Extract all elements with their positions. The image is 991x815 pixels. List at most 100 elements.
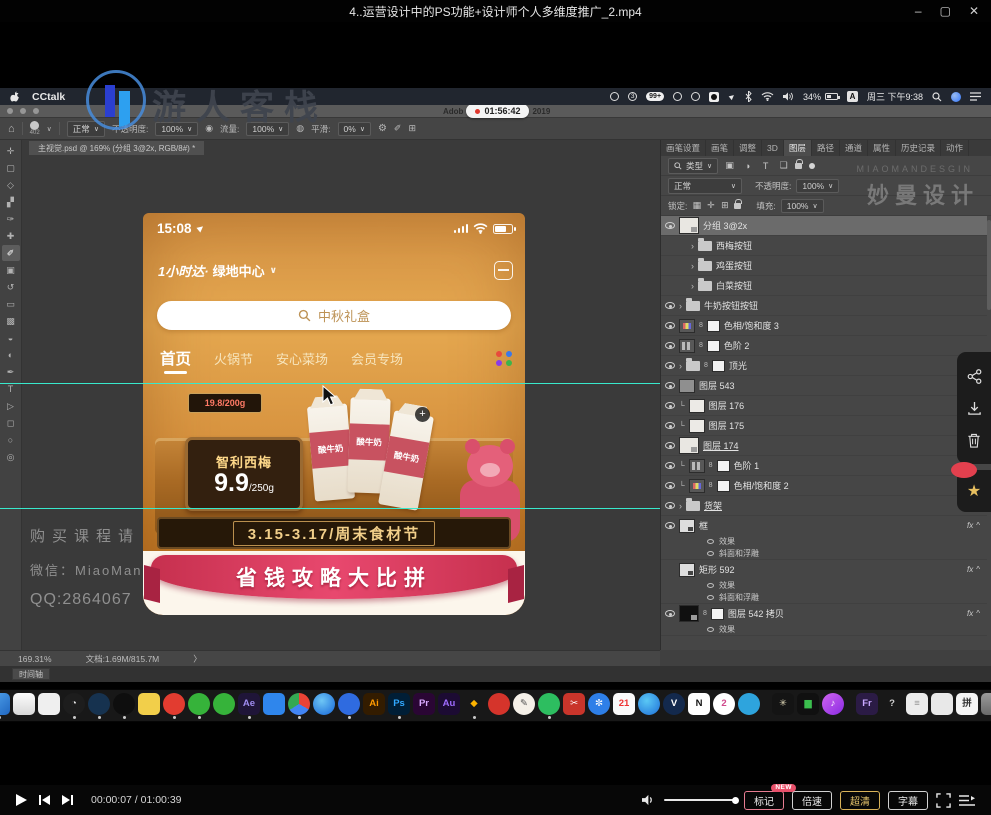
ps-tool[interactable]: ▢: [2, 160, 20, 176]
layer-name[interactable]: 图层 174: [703, 439, 739, 452]
expander-icon[interactable]: ›: [679, 301, 682, 311]
panel-tab[interactable]: 3D: [762, 140, 784, 156]
bluetooth-icon[interactable]: [745, 91, 752, 102]
smoothing-select[interactable]: 0%∨: [338, 122, 371, 136]
layer-name[interactable]: 矩形 592: [699, 563, 735, 576]
panel-tab[interactable]: 属性: [868, 140, 896, 156]
expander-icon[interactable]: ›: [679, 501, 682, 511]
layer-row[interactable]: › 货架: [661, 496, 987, 516]
traffic-light[interactable]: [7, 108, 13, 114]
dock-app-icon[interactable]: ♪: [822, 693, 844, 715]
dock-app-icon[interactable]: Pr: [413, 693, 435, 715]
effect-visibility-icon[interactable]: [707, 627, 714, 632]
dock-app-icon[interactable]: ≡: [906, 693, 928, 715]
lock-position-icon[interactable]: ⊞: [720, 200, 729, 211]
apple-icon[interactable]: [10, 91, 20, 103]
filter-adjustment-icon[interactable]: ◑: [741, 161, 754, 171]
store-location[interactable]: 绿地中心: [213, 261, 265, 280]
panel-tab[interactable]: 调整: [734, 140, 762, 156]
layer-thumbnail[interactable]: [679, 339, 695, 353]
ps-tool[interactable]: ✛: [2, 143, 20, 159]
dock-app-icon[interactable]: [981, 693, 991, 715]
expander-icon[interactable]: ›: [691, 241, 694, 251]
panel-tab[interactable]: 路径: [812, 140, 840, 156]
apps-grid-icon[interactable]: [496, 351, 513, 366]
ps-tool[interactable]: ▩: [2, 313, 20, 329]
layer-blend-mode-select[interactable]: 正常∨: [668, 178, 742, 194]
zoom-level[interactable]: 169.31%: [18, 654, 52, 664]
layer-effect-row[interactable]: 斜面和浮雕: [661, 591, 987, 603]
dock-app-icon[interactable]: [263, 693, 285, 715]
search-bar[interactable]: 中秋礼盒: [157, 301, 511, 330]
layer-thumbnail[interactable]: [686, 501, 700, 511]
layer-thumbnail[interactable]: [679, 563, 695, 577]
canvas-guide[interactable]: [0, 383, 660, 384]
layer-thumbnail[interactable]: [679, 379, 695, 393]
layer-row[interactable]: └ 8 色相/饱和度 2: [661, 476, 987, 496]
store-tab[interactable]: 首页: [160, 347, 191, 369]
dock-app-icon[interactable]: ✎: [513, 693, 535, 715]
visibility-toggle[interactable]: [665, 382, 675, 389]
ps-tool[interactable]: ○: [2, 432, 20, 448]
status-chevron[interactable]: 〉: [193, 653, 202, 665]
dock-app-icon[interactable]: Ae: [238, 693, 260, 715]
traffic-light[interactable]: [33, 108, 39, 114]
chevron-down-icon[interactable]: ∨: [270, 265, 277, 276]
layer-name[interactable]: 鸡蛋按钮: [716, 259, 752, 272]
layer-thumbnail[interactable]: [679, 519, 695, 533]
layer-thumbnail[interactable]: [686, 301, 700, 311]
share-icon[interactable]: [967, 369, 982, 384]
layer-row[interactable]: › 西梅按钮: [661, 236, 987, 256]
expander-icon[interactable]: ›: [679, 361, 682, 371]
layer-effect-row[interactable]: 效果: [661, 623, 987, 635]
fullscreen-icon[interactable]: [936, 793, 951, 808]
effect-visibility-icon[interactable]: [707, 595, 714, 600]
close-button[interactable]: ✕: [969, 4, 979, 18]
visibility-toggle[interactable]: [665, 502, 675, 509]
layer-row[interactable]: 矩形 592 fx^ 效果: [661, 560, 987, 604]
next-button[interactable]: [62, 795, 73, 805]
dock-app-icon[interactable]: [538, 693, 560, 715]
dock-app-icon[interactable]: [163, 693, 185, 715]
ps-tool[interactable]: ✑: [2, 211, 20, 227]
maximize-button[interactable]: ▢: [940, 4, 951, 18]
layer-name[interactable]: 西梅按钮: [716, 239, 752, 252]
menubar-clock[interactable]: 周三 下午9:38: [867, 90, 923, 103]
layer-mask-thumbnail[interactable]: [711, 608, 724, 620]
layer-name[interactable]: 图层 175: [709, 419, 745, 432]
play-button[interactable]: [16, 794, 27, 806]
visibility-toggle[interactable]: [665, 222, 675, 229]
menubar-appname[interactable]: CCtalk: [32, 91, 65, 103]
layer-name[interactable]: 牛奶按钮按钮: [704, 299, 758, 312]
dock-app-icon[interactable]: [288, 693, 310, 715]
visibility-toggle[interactable]: [665, 442, 675, 449]
ps-tool[interactable]: ◻: [2, 415, 20, 431]
layer-mask-thumbnail[interactable]: [707, 320, 720, 332]
speed-button[interactable]: 倍速: [792, 791, 832, 810]
ps-tool[interactable]: ◎: [2, 449, 20, 465]
layer-mask-thumbnail[interactable]: [707, 340, 720, 352]
dock-app-icon[interactable]: ◔: [63, 693, 85, 715]
layer-name[interactable]: 色相/饱和度 2: [734, 479, 789, 492]
wifi-icon[interactable]: [761, 92, 774, 101]
ps-tool[interactable]: ▷: [2, 398, 20, 414]
layer-name[interactable]: 色相/饱和度 3: [724, 319, 779, 332]
layer-mask-thumbnail[interactable]: [717, 460, 730, 472]
panel-tab[interactable]: 动作: [941, 140, 969, 156]
visibility-toggle[interactable]: [665, 462, 675, 469]
filter-shape-icon[interactable]: ❑: [777, 160, 790, 171]
dock-app-icon[interactable]: [213, 693, 235, 715]
panel-tab[interactable]: 画笔设置: [661, 140, 706, 156]
effect-visibility-icon[interactable]: [707, 551, 714, 556]
minimize-button[interactable]: –: [915, 4, 922, 18]
dock-app-icon[interactable]: [313, 693, 335, 715]
dock-app-icon[interactable]: [488, 693, 510, 715]
dock-app-icon[interactable]: ✼: [588, 693, 610, 715]
effect-visibility-icon[interactable]: [707, 583, 714, 588]
layer-effect-row[interactable]: 斜面和浮雕: [661, 547, 987, 559]
wechat-badge[interactable]: 99+: [646, 92, 664, 101]
download-icon[interactable]: [967, 401, 982, 416]
pin-tool[interactable]: ★: [957, 470, 991, 512]
layer-row[interactable]: › 鸡蛋按钮: [661, 256, 987, 276]
layer-mask-thumbnail[interactable]: [712, 360, 725, 372]
